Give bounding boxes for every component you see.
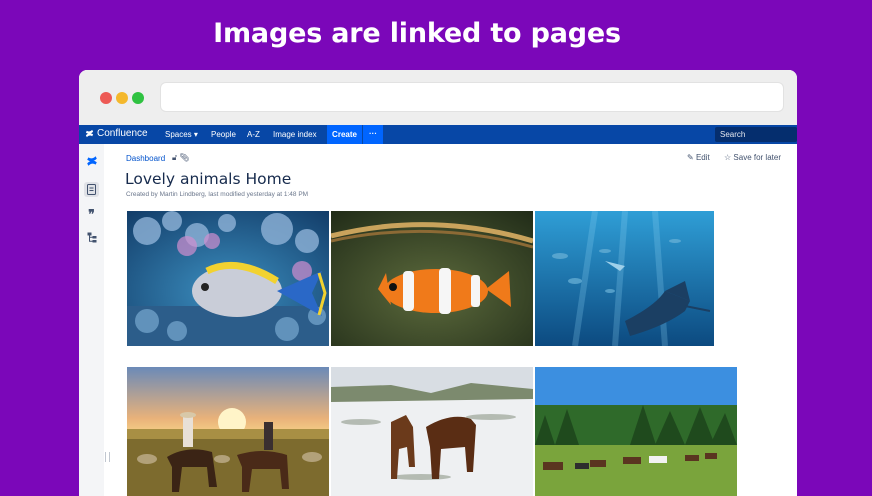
nav-spaces-label: Spaces bbox=[165, 130, 192, 139]
more-create-button[interactable]: ··· bbox=[363, 125, 383, 144]
minimize-window-button[interactable] bbox=[116, 92, 128, 104]
nav-a-z[interactable]: A-Z bbox=[247, 130, 260, 139]
image-manta-ray[interactable] bbox=[535, 211, 714, 346]
chevron-down-icon: ▾ bbox=[193, 130, 198, 139]
close-window-button[interactable] bbox=[100, 92, 112, 104]
edit-label: Edit bbox=[695, 153, 710, 162]
space-logo-icon[interactable] bbox=[84, 153, 99, 168]
image-horses-snow[interactable] bbox=[331, 367, 533, 496]
top-nav: Confluence Spaces ▾ People A-Z Image ind… bbox=[79, 125, 797, 144]
page-byline: Created by Martin Lindberg, last modifie… bbox=[126, 191, 309, 198]
nav-spaces[interactable]: Spaces ▾ bbox=[165, 130, 198, 139]
pencil-icon: ✎ bbox=[687, 153, 694, 162]
image-clownfish[interactable] bbox=[331, 211, 533, 346]
confluence-icon bbox=[85, 129, 94, 138]
blog-quote-icon[interactable]: ❞ bbox=[84, 206, 99, 221]
brand-label: Confluence bbox=[97, 128, 148, 139]
browser-window: Confluence Spaces ▾ People A-Z Image ind… bbox=[79, 70, 797, 496]
browser-chrome bbox=[79, 70, 797, 125]
edit-button[interactable]: ✎ Edit bbox=[687, 153, 710, 162]
nav-people[interactable]: People bbox=[211, 130, 236, 139]
star-icon: ☆ bbox=[724, 153, 732, 162]
search-placeholder: Search bbox=[720, 130, 746, 139]
image-tang-fish[interactable] bbox=[127, 211, 329, 346]
paperclip-icon[interactable]: 📎︎ bbox=[179, 153, 189, 162]
maximize-window-button[interactable] bbox=[132, 92, 144, 104]
image-horses-herd[interactable] bbox=[535, 367, 737, 496]
sidebar-resize-handle[interactable] bbox=[105, 452, 110, 462]
page-tree-icon[interactable] bbox=[84, 230, 99, 245]
save-for-later-button[interactable]: ☆ Save for later bbox=[724, 153, 781, 162]
unlock-icon[interactable]: 🔓︎ bbox=[172, 153, 177, 162]
page-content: Dashboard 🔓︎ 📎︎ ✎ Edit ☆ Save for later … bbox=[104, 144, 797, 496]
create-button[interactable]: Create bbox=[327, 125, 362, 144]
pages-icon[interactable] bbox=[84, 182, 99, 197]
breadcrumb[interactable]: Dashboard bbox=[126, 154, 165, 163]
nav-image-index[interactable]: Image index bbox=[273, 130, 317, 139]
space-sidebar: ❞ bbox=[79, 144, 104, 496]
image-cowboys-sunset[interactable] bbox=[127, 367, 329, 496]
save-for-later-label: Save for later bbox=[733, 153, 781, 162]
headline: Images are linked to pages bbox=[213, 18, 621, 49]
address-bar[interactable] bbox=[161, 83, 783, 111]
confluence-logo[interactable]: Confluence bbox=[85, 128, 148, 139]
search-input[interactable]: Search bbox=[715, 127, 797, 142]
page-title: Lovely animals Home bbox=[125, 170, 292, 188]
